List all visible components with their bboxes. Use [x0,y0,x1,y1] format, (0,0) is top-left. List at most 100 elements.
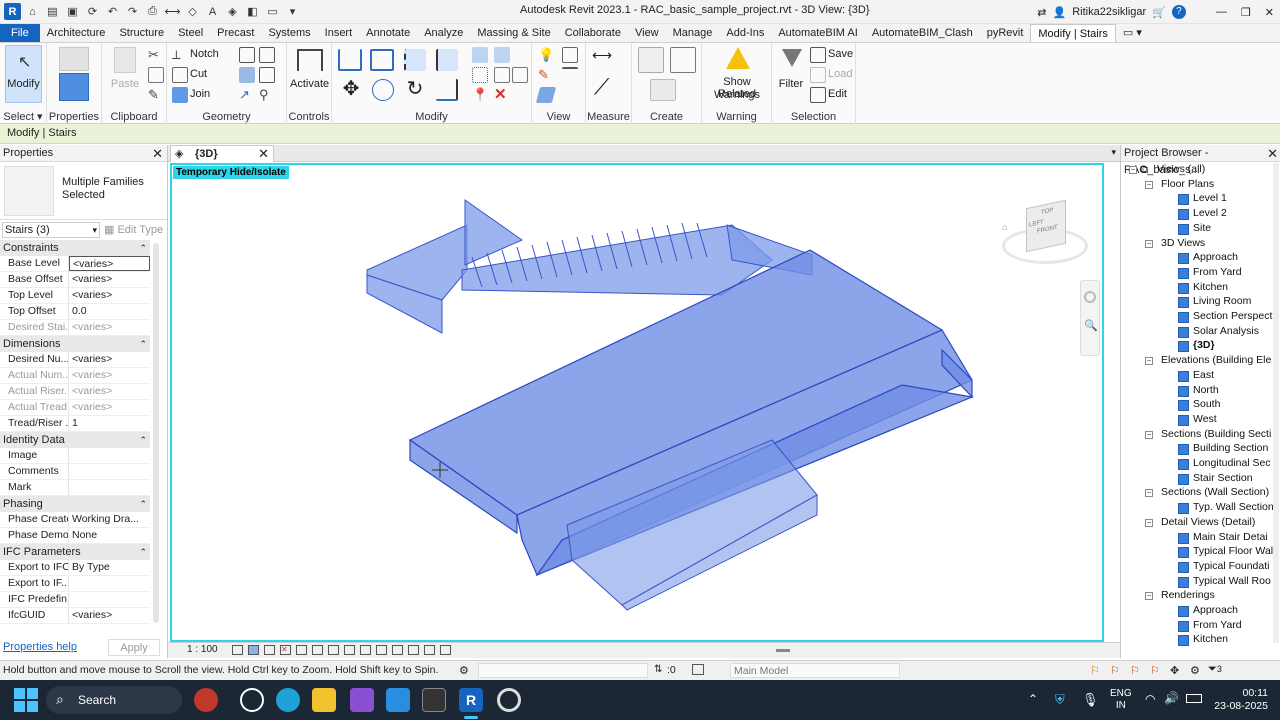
collapse-section-icon[interactable]: ⌃ [139,336,147,352]
temp-hide-icon[interactable] [360,645,371,655]
browser-category[interactable]: Renderings [1161,589,1215,601]
browser-view-item[interactable]: Typical Floor Wal [1193,545,1273,557]
browser-view-item[interactable]: Typ. Wall Section [1193,501,1274,513]
property-section-header[interactable]: Identity Data ⌃ [0,432,150,448]
close-properties-icon[interactable]: ✕ [152,145,163,162]
browser-view-item[interactable]: Solar Analysis [1193,325,1259,337]
tab-precast[interactable]: Precast [210,24,261,42]
properties-help-link[interactable]: Properties help [3,641,77,653]
create-parts-icon[interactable] [670,47,696,73]
join-button[interactable]: Join [190,88,210,100]
notch-button[interactable]: Notch [190,48,219,60]
browser-view-item[interactable]: Main Stair Detai [1193,531,1268,543]
collapse-section-icon[interactable]: ⌃ [139,496,147,512]
browser-view-item[interactable]: Kitchen [1193,633,1228,645]
create-similar-icon[interactable] [638,47,664,73]
view-cube[interactable]: FRONT TOP LEFT ⌂ [1000,199,1092,270]
wifi-icon[interactable]: ◠ [1145,692,1155,706]
property-section-header[interactable]: Dimensions ⌃ [0,336,150,352]
mirror-draw-icon[interactable] [436,49,458,71]
property-value[interactable]: <varies> [69,352,150,367]
select-links-icon[interactable]: ⚐ [1090,664,1100,677]
rotate-icon[interactable]: ↻ [404,79,426,101]
browser-view-item[interactable]: Typical Wall Roo [1193,575,1271,587]
highlight-displacement-icon[interactable] [408,645,419,655]
property-section-header[interactable]: Constraints ⌃ [0,240,150,256]
mirror-axis-icon[interactable] [404,49,426,71]
detail-level-icon[interactable] [232,645,243,655]
tree-expander-icon[interactable]: − [1129,166,1137,174]
tab-collaborate[interactable]: Collaborate [558,24,628,42]
print-icon[interactable]: ⎙ [144,3,161,20]
property-value[interactable]: Working Dra... [69,512,150,527]
tab-insert[interactable]: Insert [318,24,360,42]
browser-view-item[interactable]: From Yard [1193,619,1242,631]
select-underlay-icon[interactable]: ⚐ [1110,664,1120,677]
property-value[interactable]: <varies> [69,256,150,271]
store-icon[interactable] [386,688,410,712]
offset-icon[interactable] [370,49,394,71]
tab-steel[interactable]: Steel [171,24,210,42]
section-icon[interactable]: ◧ [244,3,261,20]
type-selector[interactable]: Multiple Families Selected [0,162,167,220]
scale-icon[interactable] [494,67,510,83]
lock-view-icon[interactable] [344,645,355,655]
language-indicator[interactable]: ENG IN [1110,688,1132,712]
home-icon[interactable]: ⌂ [24,3,41,20]
user-icon[interactable]: 👤 [1053,6,1067,19]
paint-icon[interactable] [239,67,255,83]
volume-icon[interactable]: 🔊 [1164,691,1179,705]
view-tabs-menu-icon[interactable]: ▾ [1111,147,1116,158]
edit-selection-button[interactable]: Edit [828,88,847,100]
visual-style-icon[interactable] [248,645,259,655]
browser-view-item[interactable]: {3D} [1193,339,1215,351]
shadows-icon[interactable]: ✕ [280,645,291,655]
hide-icon[interactable]: 💡 [538,47,554,63]
tab-modify-stairs[interactable]: Modify | Stairs [1030,24,1116,42]
browser-view-item[interactable]: Approach [1193,604,1238,616]
revit-taskbar-icon[interactable]: R [459,688,483,712]
browser-scrollbar[interactable] [1273,163,1279,643]
exchange-icon[interactable]: ⇄ [1037,6,1046,19]
filter-button[interactable]: Filter [776,47,806,99]
chrome-icon[interactable] [497,688,521,712]
save-icon[interactable]: ▣ [64,3,81,20]
browser-category[interactable]: Sections (Building Secti [1161,428,1271,440]
trim-extend-icon[interactable] [436,79,458,101]
filter-status-icon[interactable]: ⏷3 [1208,663,1222,676]
drag-elements-icon[interactable]: ✥ [1170,664,1179,677]
measure-between-icon[interactable]: ⟷ [592,47,620,63]
tab-structure[interactable]: Structure [112,24,171,42]
tag-icon[interactable]: ◇ [184,3,201,20]
tab-view[interactable]: View [628,24,666,42]
browser-view-item[interactable]: Stair Section [1193,472,1253,484]
3d-view-icon[interactable]: ◈ [224,3,241,20]
constraints-icon[interactable] [440,645,451,655]
cut-scissors-icon[interactable]: ✂ [148,47,164,63]
property-value[interactable]: <varies> [69,272,150,287]
clock[interactable]: 00:11 23-08-2025 [1208,687,1268,713]
close-browser-icon[interactable]: ✕ [1267,145,1278,162]
browser-category[interactable]: 3D Views [1161,237,1205,249]
browser-view-item[interactable]: Level 2 [1193,207,1227,219]
override-graphics-icon[interactable] [562,47,578,63]
tab-massing-site[interactable]: Massing & Site [470,24,557,42]
user-name[interactable]: Ritika22sikligar [1072,6,1146,18]
background-process-icon[interactable]: ⚙ [1190,664,1200,677]
match-type-icon[interactable]: ✎ [148,87,164,103]
tray-chevron-icon[interactable]: ⌃ [1028,692,1038,706]
chatgpt-icon[interactable] [240,688,264,712]
tab-analyze[interactable]: Analyze [417,24,470,42]
demolish-icon[interactable] [259,67,275,83]
text-icon[interactable]: A [204,3,221,20]
browser-view-item[interactable]: From Yard [1193,266,1242,278]
redo-icon[interactable]: ↷ [124,3,141,20]
widgets-icon[interactable] [194,688,218,712]
tab-annotate[interactable]: Annotate [359,24,417,42]
cut-geometry-icon[interactable] [172,67,188,83]
zoom-icon[interactable]: 🔍 [1084,319,1098,332]
tree-expander-icon[interactable]: − [1145,518,1153,527]
edit-type-button[interactable]: ▦ Edit Type [104,223,163,236]
tree-expander-icon[interactable]: − [1145,239,1153,248]
tree-expander-icon[interactable]: − [1145,430,1153,439]
